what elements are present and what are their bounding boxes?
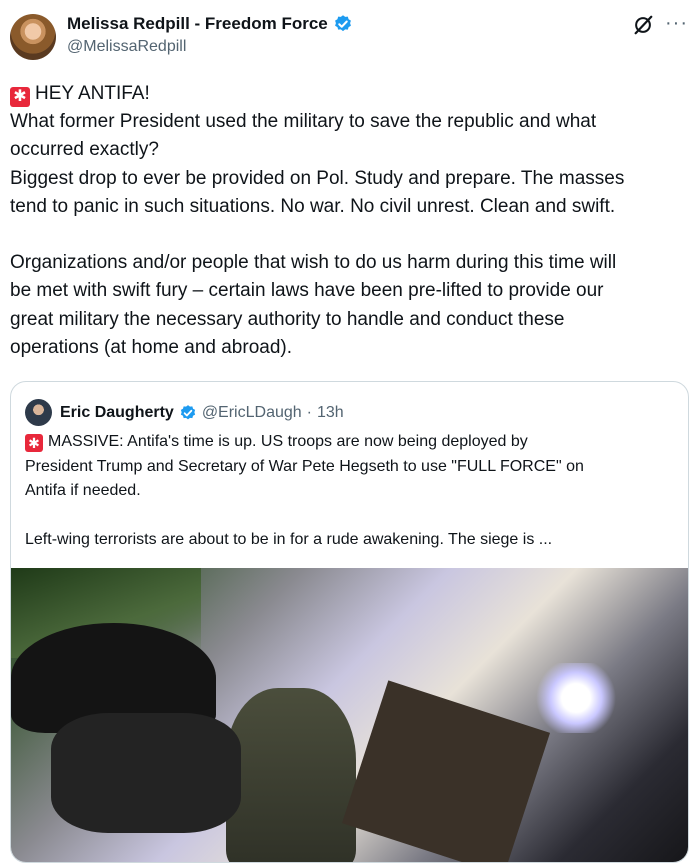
post-text-line: ✱ HEY ANTIFA! xyxy=(10,80,694,108)
post-text-line: be met with swift fury – certain laws ha… xyxy=(10,280,604,302)
image-soldiers xyxy=(226,688,356,862)
author-handle[interactable]: @MelissaRedpill xyxy=(67,38,186,56)
quoted-author-avatar[interactable] xyxy=(25,399,52,426)
post-text-line: occurred exactly? xyxy=(10,139,159,161)
quoted-text-line: Antifa if needed. xyxy=(25,482,141,499)
grok-icon[interactable] xyxy=(632,14,654,36)
quoted-author-display-name[interactable]: Eric Daugherty xyxy=(60,404,174,422)
image-flash xyxy=(531,663,621,733)
post-text-line: great military the necessary authority t… xyxy=(10,308,565,330)
quoted-post-header: Eric Daugherty @EricLDaugh · 13h xyxy=(25,399,344,426)
quoted-post-text: ✱ MASSIVE: Antifa's time is up. US troops… xyxy=(25,430,680,553)
post-text-line: Biggest drop to ever be provided on Pol.… xyxy=(10,167,625,189)
quoted-text-line: Left-wing terrorists are about to be in … xyxy=(25,531,553,548)
rotating-light-icon: ✱ xyxy=(25,434,43,452)
image-gas-mask xyxy=(51,713,241,833)
post-text-line: What former President used the military … xyxy=(10,111,597,133)
quoted-post-image[interactable] xyxy=(11,568,688,862)
author-display-name[interactable]: Melissa Redpill - Freedom Force xyxy=(67,14,328,34)
rotating-light-icon: ✱ xyxy=(10,87,30,107)
quoted-post-time[interactable]: 13h xyxy=(317,404,344,422)
quoted-text-line: President Trump and Secretary of War Pet… xyxy=(25,457,584,475)
quoted-text-line: ✱ MASSIVE: Antifa's time is up. US troops… xyxy=(25,430,680,455)
author-avatar[interactable] xyxy=(10,14,56,60)
verified-badge-icon xyxy=(334,15,351,32)
quoted-post[interactable]: Eric Daugherty @EricLDaugh · 13h ✱ MASSIV… xyxy=(10,381,689,863)
post-text-line: Organizations and/or people that wish to… xyxy=(10,252,617,274)
image-shield xyxy=(341,680,551,862)
more-icon[interactable]: ··· xyxy=(665,12,688,35)
separator-dot: · xyxy=(306,403,312,421)
verified-badge-icon xyxy=(180,404,195,419)
post-text: ✱ HEY ANTIFA! What former President used … xyxy=(10,80,694,362)
post-header: Melissa Redpill - Freedom Force @Melissa… xyxy=(10,12,688,62)
post-text-line: tend to panic in such situations. No war… xyxy=(10,195,616,217)
author-name-row: Melissa Redpill - Freedom Force xyxy=(67,14,353,34)
post-text-line: operations (at home and abroad). xyxy=(10,336,293,358)
quoted-author-handle[interactable]: @EricLDaugh xyxy=(202,404,302,422)
